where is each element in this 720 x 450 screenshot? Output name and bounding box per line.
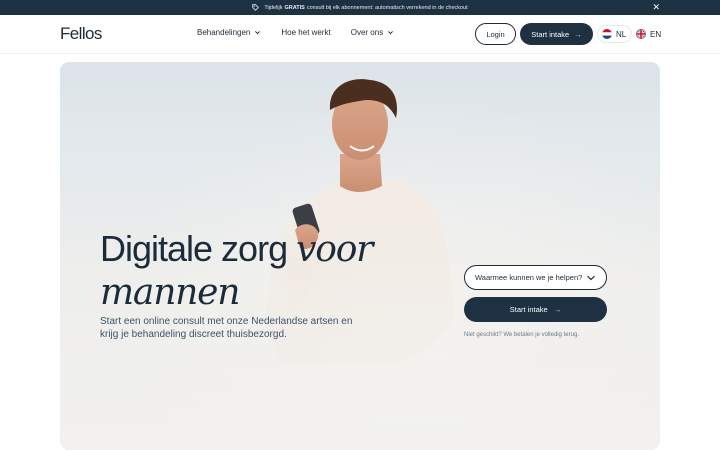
language-en[interactable]: EN	[632, 25, 665, 43]
start-intake-button-header[interactable]: Start intake →	[520, 23, 593, 45]
announcement-prefix: Tijdelijk	[264, 4, 283, 11]
hero-title-italic: voor	[296, 229, 373, 270]
uk-flag-icon	[636, 29, 646, 39]
main-header: Fellos Behandelingen Hoe het werkt Over …	[0, 15, 720, 54]
menu-item-label: Behandelingen	[197, 28, 251, 37]
arrow-right-icon: →	[553, 305, 562, 314]
chevron-down-icon	[587, 275, 595, 280]
close-icon[interactable]: ✕	[652, 2, 660, 12]
menu-item-over-ons[interactable]: Over ons	[351, 28, 394, 37]
help-select[interactable]: Waarmee kunnen we je helpen?	[464, 265, 607, 290]
start-intake-button[interactable]: Start intake →	[464, 297, 607, 322]
tag-icon	[252, 4, 260, 11]
start-intake-label: Start intake	[531, 29, 570, 39]
hero-section: Digitale zorg voor mannen Start een onli…	[60, 62, 660, 450]
refund-note: Niet geschikt? We betalen je volledig te…	[464, 332, 579, 338]
arrow-right-icon: →	[574, 29, 582, 39]
hero-subtitle: Start een online consult met onze Nederl…	[100, 316, 353, 340]
language-code: EN	[650, 29, 662, 39]
menu-item-label: Hoe het werkt	[281, 28, 331, 37]
language-code: NL	[616, 29, 627, 39]
menu-item-hoe-het-werkt[interactable]: Hoe het werkt	[281, 28, 330, 37]
nl-flag-icon	[602, 29, 612, 39]
hero-title: Digitale zorg voor mannen	[100, 228, 373, 314]
main-menu: Behandelingen Hoe het werkt Over ons	[197, 28, 394, 37]
chevron-down-icon	[388, 31, 394, 35]
announcement-highlight: GRATIS	[284, 4, 305, 11]
announcement-text: consult bij elk abonnement: automatisch …	[306, 4, 468, 11]
help-select-value: Waarmee kunnen we je helpen?	[475, 273, 583, 282]
hero-title-plain: Digitale zorg	[100, 228, 297, 269]
login-button[interactable]: Login	[475, 23, 516, 45]
menu-item-behandelingen[interactable]: Behandelingen	[197, 28, 261, 37]
logo[interactable]: Fellos	[60, 24, 102, 44]
start-intake-label: Start intake	[509, 305, 548, 314]
menu-item-label: Over ons	[350, 28, 384, 37]
hero-title-italic-2: mannen	[100, 272, 240, 313]
announcement-bar: Tijdelijk GRATIS consult bij elk abonnem…	[0, 0, 720, 15]
language-nl[interactable]: NL	[597, 25, 633, 43]
chevron-down-icon	[255, 31, 261, 35]
